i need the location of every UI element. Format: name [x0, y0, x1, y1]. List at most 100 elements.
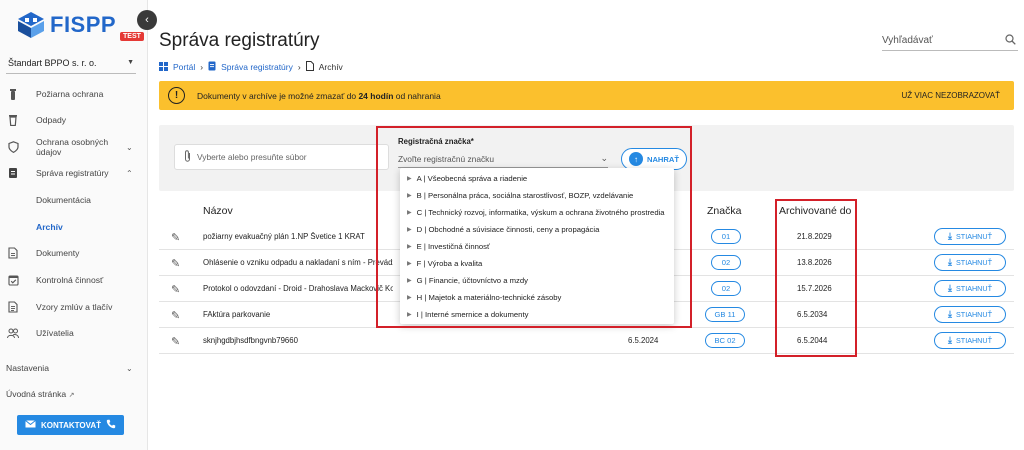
mark-badge: GB 11	[705, 307, 745, 322]
dropdown-option[interactable]: ▶ H | Majetok a materiálno-technické záso…	[407, 289, 561, 306]
download-button[interactable]: ⤓ STIAHNUŤ	[934, 254, 1006, 271]
download-button[interactable]: ⤓ STIAHNUŤ	[934, 228, 1006, 245]
page-title: Správa registratúry	[159, 30, 320, 51]
file-icon	[305, 61, 314, 73]
sidebar-item-waste[interactable]: Odpady	[0, 111, 148, 129]
pencil-icon[interactable]: ✎	[171, 231, 180, 244]
sidebar-item-fire-protection[interactable]: Požiarna ochrana	[0, 85, 148, 103]
registration-mark-placeholder: Zvoľte registračnú značku	[398, 153, 495, 164]
app-root: FISPP TEST ‹ Štandart BPPO s. r. o. ▼ Po…	[0, 0, 1024, 450]
chevron-down-icon: ⌄	[600, 153, 608, 163]
organization-value: Štandart BPPO s. r. o.	[8, 57, 97, 68]
organization-select[interactable]: Štandart BPPO s. r. o. ▼	[6, 52, 136, 74]
sidebar-item-gdpr[interactable]: Ochrana osobných údajov ⌄	[0, 137, 148, 157]
mark-badge: 02	[711, 281, 741, 296]
dropdown-option[interactable]: ▶ C | Technický rozvoj, informatika, výsk…	[407, 204, 665, 221]
banner-message: Dokumenty v archíve je možné zmazať do 2…	[197, 91, 441, 101]
warning-icon: !	[168, 87, 185, 104]
download-button[interactable]: ⤓ STIAHNUŤ	[934, 280, 1006, 297]
grid-icon	[159, 61, 168, 73]
breadcrumb-current: Archív	[318, 62, 343, 72]
pencil-icon[interactable]: ✎	[171, 283, 180, 296]
sidebar-item-users[interactable]: Užívatelia	[0, 324, 148, 342]
column-header-name[interactable]: Názov	[203, 205, 233, 217]
row-name: požiarny evakuačný plán 1.NP Švetice 1 K…	[203, 232, 365, 241]
table-row: ✎ sknjhgdbjhsdfbngvnb79660 6.5.2024 BC 0…	[159, 328, 1014, 354]
sidebar-item-templates[interactable]: Vzory zmlúv a tlačív	[0, 298, 148, 316]
dropdown-option[interactable]: ▶ A | Všeobecná správa a riadenie	[407, 170, 527, 187]
collapse-sidebar-button[interactable]: ‹	[137, 10, 157, 30]
breadcrumb: Portál › Správa registratúry › Archív	[159, 61, 343, 73]
mark-badge: 02	[711, 255, 741, 270]
row-name: sknjhgdbjhsdfbngvnb79660	[203, 336, 298, 345]
file-upload-field[interactable]: Vyberte alebo presuňte súbor	[174, 144, 389, 170]
dropdown-option[interactable]: ▶ D | Obchodné a súvisiace činnosti, ceny…	[407, 221, 599, 238]
sidebar-item-settings[interactable]: Nastavenia	[6, 363, 49, 373]
sidebar-item-label: Kontrolná činnosť	[36, 275, 104, 285]
caret-right-icon: ▶	[407, 244, 412, 250]
paperclip-icon	[184, 150, 191, 164]
download-button[interactable]: ⤓ STIAHNUŤ	[934, 332, 1006, 349]
sidebar-item-inspection[interactable]: Kontrolná činnosť	[0, 271, 148, 289]
registration-mark-label: Registračná značka*	[398, 137, 474, 146]
download-icon: ⤓	[948, 231, 953, 241]
external-link-icon: ↗	[68, 392, 75, 399]
dropdown-option[interactable]: ▶ F | Výroba a kvalita	[407, 255, 482, 272]
dropdown-option[interactable]: ▶ G | Financie, účtovníctvo a mzdy	[407, 272, 528, 289]
sidebar-item-documents[interactable]: Dokumenty	[0, 244, 148, 262]
users-icon	[7, 327, 19, 339]
mail-icon	[25, 420, 36, 430]
download-icon: ⤓	[948, 335, 953, 345]
search-placeholder: Vyhľadávať	[882, 35, 933, 46]
sidebar-item-label: Odpady	[36, 115, 67, 125]
row-name: FAktúra parkovanie	[203, 310, 271, 319]
upload-button-label: NAHRAŤ	[646, 154, 680, 164]
row-archived-until: 21.8.2029	[797, 232, 832, 241]
download-button[interactable]: ⤓ STIAHNUŤ	[934, 306, 1006, 323]
download-icon: ⤓	[948, 283, 953, 293]
sidebar-item-label: Ochrana osobných údajov	[36, 137, 109, 157]
search-input[interactable]: Vyhľadávať	[882, 33, 1018, 51]
pencil-icon[interactable]: ✎	[171, 257, 180, 270]
shield-icon	[7, 141, 19, 153]
caret-right-icon: ▶	[407, 210, 412, 216]
mark-badge: 01	[711, 229, 741, 244]
download-icon: ⤓	[948, 309, 953, 319]
dropdown-option[interactable]: ▶ B | Personálna práca, sociálna starostl…	[407, 187, 633, 204]
row-archived-until: 6.5.2034	[797, 310, 828, 319]
registration-mark-select[interactable]: Zvoľte registračnú značku ⌄	[398, 150, 608, 168]
caret-right-icon: ▶	[407, 295, 412, 301]
upload-button[interactable]: ↑ NAHRAŤ	[621, 148, 687, 170]
dropdown-option[interactable]: ▶ E | Investičná činnosť	[407, 238, 490, 255]
dropdown-option[interactable]: ▶ I | Interné smernice a dokumenty	[407, 306, 528, 323]
breadcrumb-portal[interactable]: Portál	[173, 62, 195, 72]
search-icon[interactable]	[1005, 34, 1016, 48]
registration-mark-dropdown: ▶ A | Všeobecná správa a riadenie ▶ B | Pe…	[400, 168, 674, 324]
chevron-right-icon: ›	[297, 62, 301, 72]
row-archived-until: 13.8.2026	[797, 258, 832, 267]
pencil-icon[interactable]: ✎	[171, 309, 180, 322]
row-created: 6.5.2024	[628, 336, 659, 345]
column-header-mark[interactable]: Značka	[707, 205, 741, 217]
caret-right-icon: ▶	[407, 193, 412, 199]
file-icon	[7, 247, 19, 259]
env-badge: TEST	[120, 32, 144, 41]
sidebar-subitem-documentation[interactable]: Dokumentácia	[36, 195, 91, 205]
dismiss-banner-button[interactable]: UŽ VIAC NEZOBRAZOVAŤ	[901, 91, 1000, 100]
pencil-icon[interactable]: ✎	[171, 335, 180, 348]
sidebar-item-home[interactable]: Úvodná stránka ↗	[6, 389, 74, 399]
logo-icon	[18, 12, 44, 38]
file-upload-placeholder: Vyberte alebo presuňte súbor	[197, 152, 307, 162]
logo[interactable]: FISPP TEST	[16, 10, 144, 44]
row-archived-until: 6.5.2044	[797, 336, 828, 345]
sidebar-item-registry[interactable]: Správa registratúry ⌃	[0, 164, 148, 182]
contact-button[interactable]: KONTAKTOVAŤ	[17, 415, 124, 435]
document-icon	[7, 167, 19, 179]
download-icon: ⤓	[948, 257, 953, 267]
caret-right-icon: ▶	[407, 261, 412, 267]
column-header-archived[interactable]: Archivované do	[779, 205, 851, 217]
sidebar-subitem-archive[interactable]: Archív	[36, 222, 63, 232]
sidebar-item-label: Úvodná stránka	[6, 389, 67, 399]
chevron-left-icon: ‹	[145, 14, 149, 26]
breadcrumb-registry[interactable]: Správa registratúry	[221, 62, 293, 72]
